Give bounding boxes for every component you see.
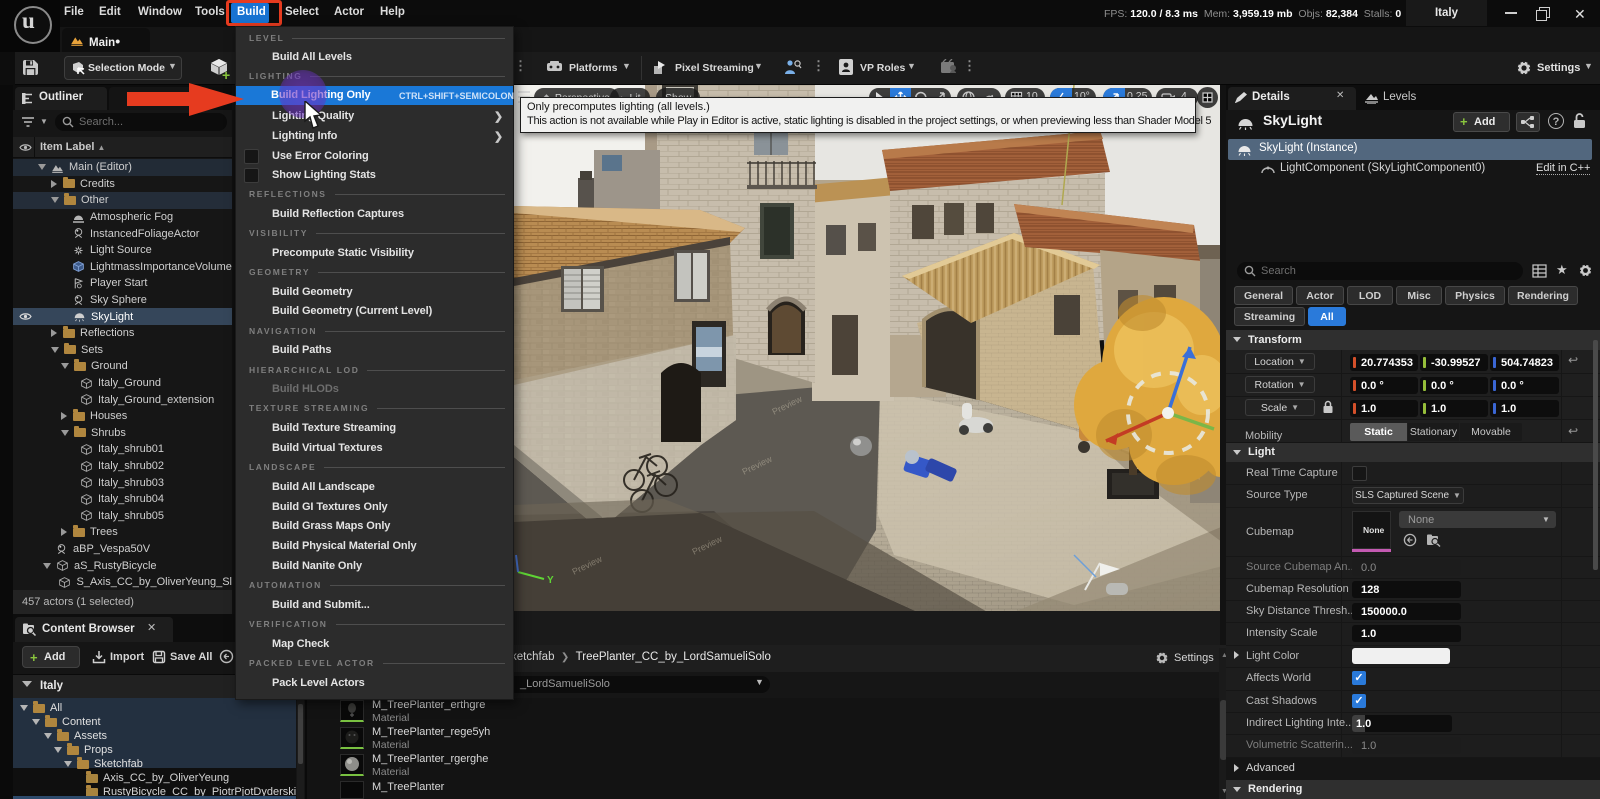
svg-text:Y: Y: [547, 575, 554, 586]
svg-text:+: +: [222, 67, 230, 81]
